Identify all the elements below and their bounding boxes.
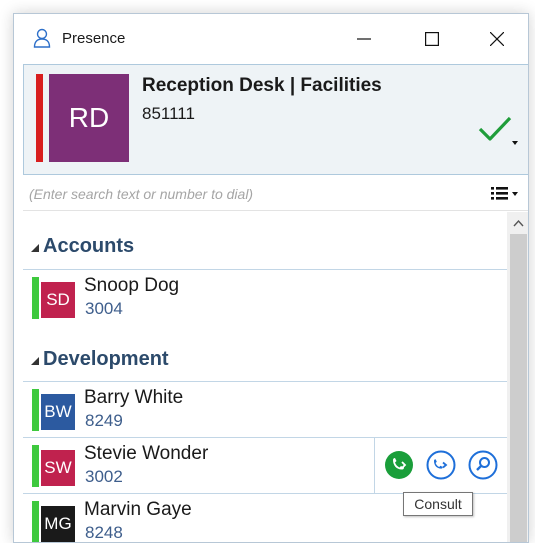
contact-name: Barry White [84,387,184,408]
presence-indicator [32,389,39,431]
title-bar: Presence [14,14,528,64]
contact-avatar: SD [41,282,75,318]
check-icon[interactable] [477,114,513,144]
scroll-thumb[interactable] [510,234,527,542]
close-button[interactable] [472,20,522,58]
user-status-indicator [36,74,43,162]
consult-search-icon[interactable] [468,450,498,480]
user-avatar: RD [49,74,129,162]
maximize-button[interactable] [407,20,457,58]
contact-extension: 8248 [85,523,123,542]
current-user-card: RD Reception Desk | Facilities 851111 [23,64,528,175]
presence-window: Presence RD Reception Desk | Facilities … [13,13,529,543]
group-name: Development [43,348,169,370]
consult-tooltip: Consult [403,492,473,516]
list-view-icon[interactable] [485,183,521,203]
user-name: Reception Desk | Facilities [142,75,382,96]
contact-extension: 3004 [85,299,123,318]
group-header-accounts[interactable]: Accounts [23,226,507,266]
contact-avatar: BW [41,394,75,430]
call-icon[interactable] [384,450,414,480]
search-input[interactable] [29,182,469,206]
maximize-icon [425,32,439,46]
collapse-triangle-icon[interactable] [31,357,39,365]
minimize-icon [357,38,371,40]
presence-indicator [32,501,39,542]
group-name: Accounts [43,235,135,257]
contact-row[interactable]: BW Barry White 8249 [23,381,507,437]
contact-actions [374,438,507,493]
contact-row[interactable]: SD Snoop Dog 3004 [23,269,507,325]
window-title: Presence [62,30,126,47]
user-extension: 851111 [142,104,195,123]
search-bar [23,175,528,211]
contact-row[interactable]: SW Stevie Wonder 3002 [23,437,507,493]
status-dropdown-arrow-icon[interactable] [512,141,518,145]
collapse-triangle-icon[interactable] [31,244,39,252]
contact-name: Marvin Gaye [84,499,192,520]
contact-extension: 3002 [85,467,123,486]
contact-name: Stevie Wonder [84,443,209,464]
minimize-button[interactable] [339,20,389,58]
person-icon [33,28,51,48]
contact-avatar: MG [41,506,75,542]
contact-avatar: SW [41,450,75,486]
contact-name: Snoop Dog [84,275,180,296]
close-icon [490,32,504,46]
vertical-scrollbar[interactable] [507,212,528,542]
contact-extension: 8249 [85,411,123,430]
presence-indicator [32,445,39,487]
presence-indicator [32,277,39,319]
scroll-up-arrow-icon[interactable] [513,218,524,228]
transfer-call-icon[interactable] [426,450,456,480]
group-header-development[interactable]: Development [23,339,507,379]
